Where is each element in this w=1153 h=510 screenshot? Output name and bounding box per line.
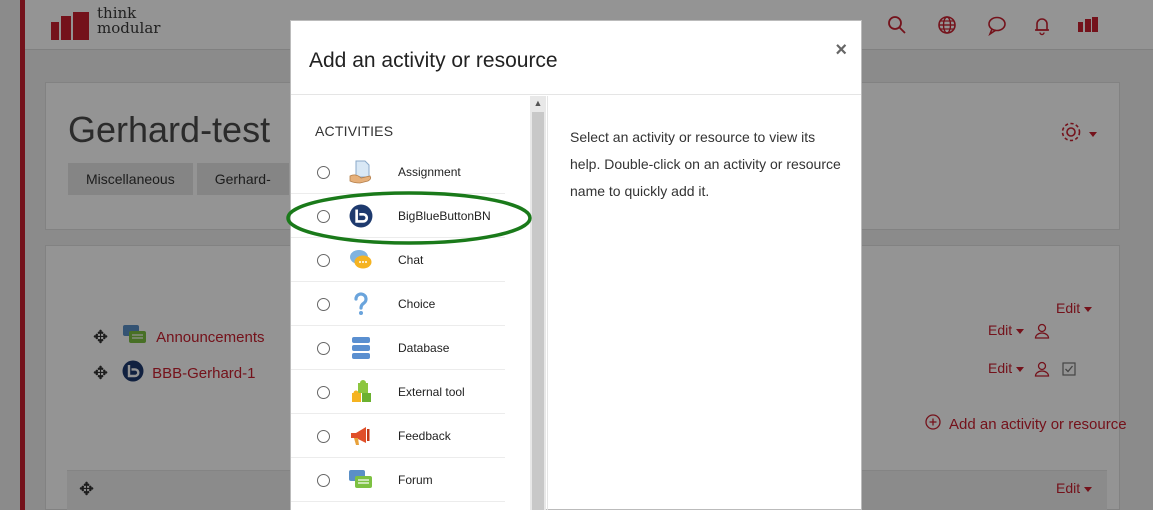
option-chat[interactable]: Chat [291, 239, 505, 282]
option-label: Forum [398, 473, 433, 487]
scroll-up-arrow-icon[interactable]: ▲ [530, 98, 546, 112]
option-radio[interactable] [317, 429, 330, 443]
option-label: Database [398, 341, 450, 355]
forum-icon [348, 467, 374, 493]
option-external-tool[interactable]: External tool [291, 371, 505, 414]
option-choice[interactable]: Choice [291, 283, 505, 326]
dialog-header: Add an activity or resource × [291, 21, 861, 95]
option-radio[interactable] [317, 385, 330, 399]
option-radio[interactable] [317, 297, 330, 311]
activity-options-panel: ACTIVITIES Assignment BigBlueButtonBN Ch… [291, 96, 546, 510]
help-panel: Select an activity or resource to view i… [547, 96, 861, 510]
option-radio[interactable] [317, 473, 330, 487]
chat-icon [348, 247, 374, 273]
option-label: Chat [398, 253, 424, 267]
option-radio[interactable] [317, 165, 330, 179]
option-label: Feedback [398, 429, 451, 443]
dialog-title: Add an activity or resource [309, 49, 558, 72]
bigbluebutton-icon [348, 203, 374, 229]
activity-options-list: ACTIVITIES Assignment BigBlueButtonBN Ch… [291, 96, 529, 510]
database-icon [348, 335, 374, 361]
external-tool-icon [348, 379, 374, 405]
options-scrollbar[interactable]: ▲ [530, 96, 546, 510]
activities-heading: ACTIVITIES [315, 123, 394, 139]
option-label: Assignment [398, 165, 461, 179]
option-label: External tool [398, 385, 465, 399]
option-radio[interactable] [317, 253, 330, 267]
option-database[interactable]: Database [291, 327, 505, 370]
choice-icon [348, 291, 374, 317]
option-forum[interactable]: Forum [291, 459, 505, 502]
option-feedback[interactable]: Feedback [291, 415, 505, 458]
close-button[interactable]: × [835, 39, 847, 62]
option-label: Choice [398, 297, 436, 311]
add-activity-dialog: Add an activity or resource × ACTIVITIES… [290, 20, 862, 510]
scrollbar-thumb[interactable] [532, 112, 544, 510]
help-text: Select an activity or resource to view i… [570, 129, 841, 199]
option-label: BigBlueButtonBN [398, 209, 491, 223]
feedback-icon [348, 423, 374, 449]
option-radio[interactable] [317, 341, 330, 355]
option-radio[interactable] [317, 209, 330, 223]
option-assignment[interactable]: Assignment [291, 151, 505, 194]
option-bigbluebuttonbn[interactable]: BigBlueButtonBN [291, 195, 505, 238]
assignment-icon [348, 159, 374, 185]
